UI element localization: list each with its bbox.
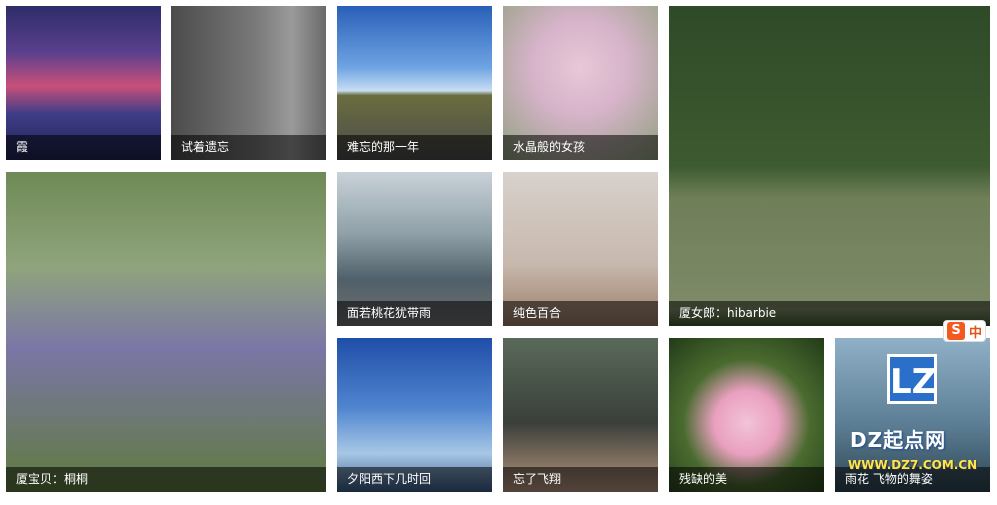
gallery-item[interactable]: 夕阳西下几时回: [337, 338, 492, 492]
gallery-item[interactable]: 厦女郎：hibarbie: [669, 6, 990, 326]
gallery-item[interactable]: 水晶般的女孩: [503, 6, 658, 160]
gallery-item[interactable]: 面若桃花犹带雨: [337, 172, 492, 326]
caption: 试着遗忘: [171, 135, 326, 160]
caption: 忘了飞翔: [503, 467, 658, 492]
caption: 厦女郎：hibarbie: [669, 301, 990, 326]
gallery-item[interactable]: 试着遗忘: [171, 6, 326, 160]
caption: 面若桃花犹带雨: [337, 301, 492, 326]
caption: 夕阳西下几时回: [337, 467, 492, 492]
gallery-item[interactable]: 霞: [6, 6, 161, 160]
sogou-icon: S: [947, 322, 965, 340]
caption: 纯色百合: [503, 301, 658, 326]
caption: 雨花 飞物的舞姿: [835, 467, 990, 492]
gallery-item[interactable]: 忘了飞翔: [503, 338, 658, 492]
input-mode-label: 中: [969, 325, 983, 341]
caption: 难忘的那一年: [337, 135, 492, 160]
caption: 霞: [6, 135, 161, 160]
gallery-item[interactable]: 难忘的那一年: [337, 6, 492, 160]
thumbnail-image: [6, 172, 326, 492]
caption: 厦宝贝：桐桐: [6, 467, 326, 492]
gallery-item[interactable]: 雨花 飞物的舞姿: [835, 338, 990, 492]
gallery-item[interactable]: 纯色百合: [503, 172, 658, 326]
caption: 残缺的美: [669, 467, 824, 492]
gallery-item[interactable]: 厦宝贝：桐桐: [6, 172, 326, 492]
gallery-item[interactable]: 残缺的美: [669, 338, 824, 492]
input-method-badge[interactable]: S 中: [943, 320, 987, 342]
caption: 水晶般的女孩: [503, 135, 658, 160]
thumbnail-image: [669, 6, 990, 326]
